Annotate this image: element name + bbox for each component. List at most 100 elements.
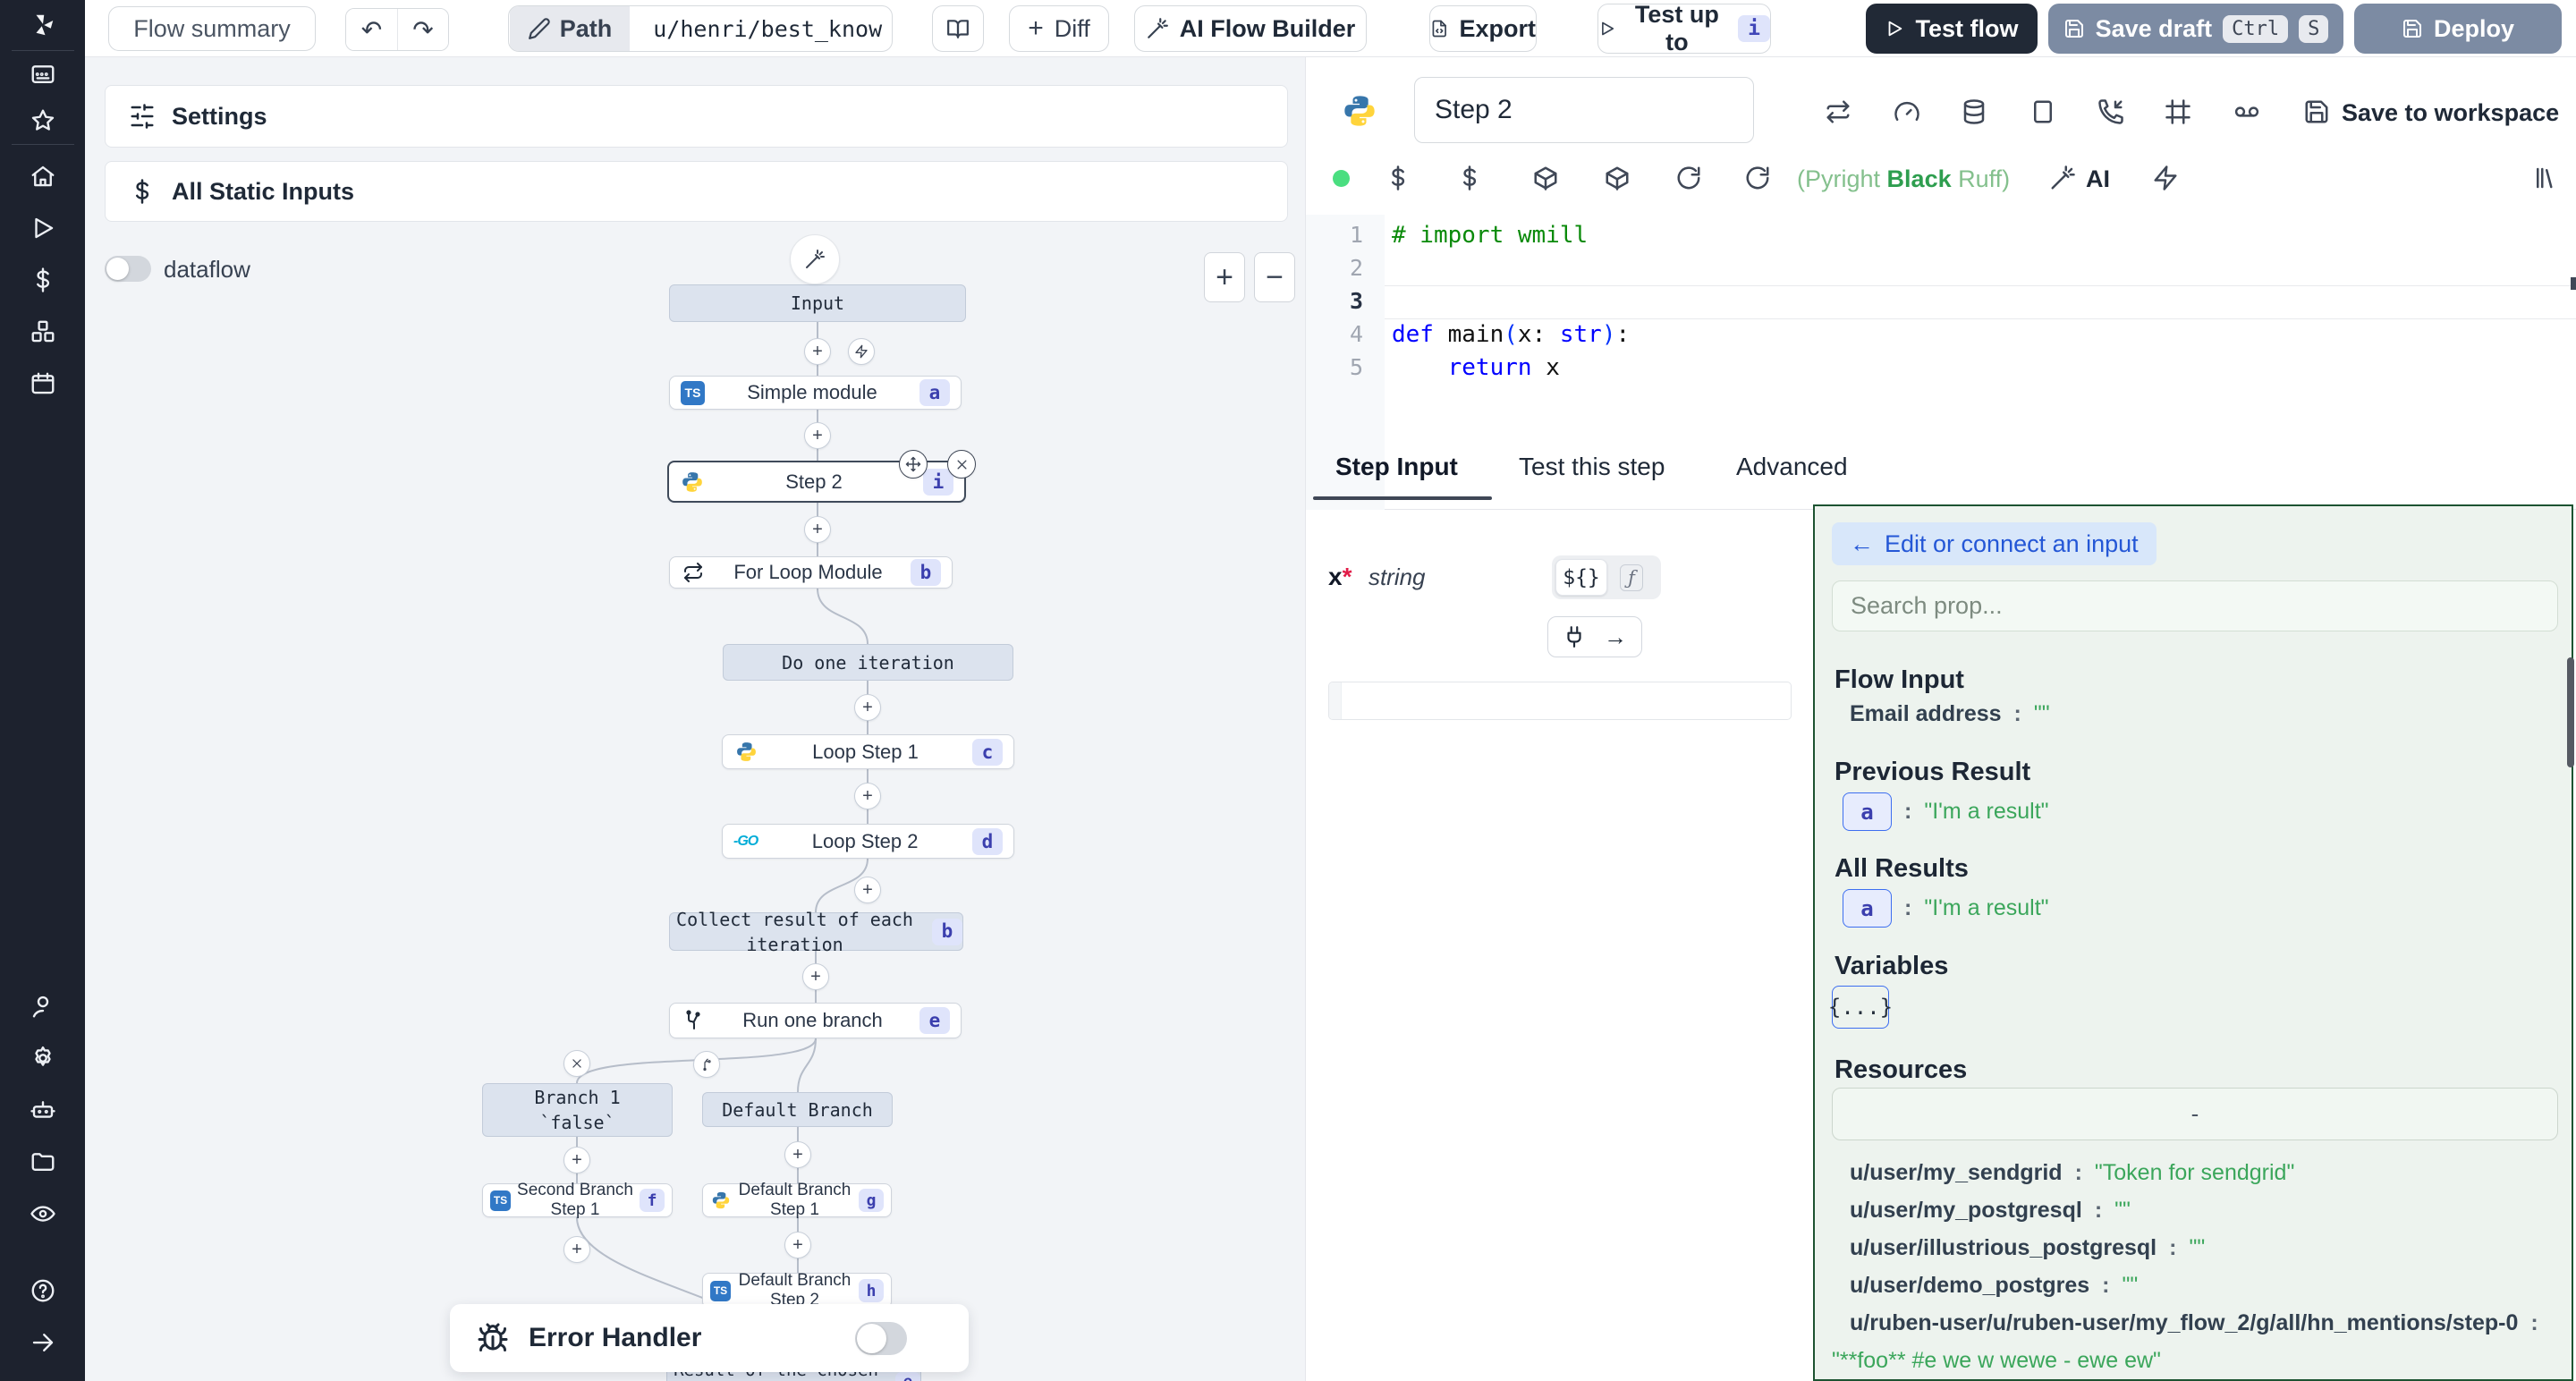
export-button[interactable]: Export <box>1429 5 1537 52</box>
add-step-button[interactable]: + <box>854 694 881 721</box>
node-run-one-branch[interactable]: Run one branch e <box>669 1003 962 1038</box>
phone-incoming-icon[interactable] <box>2097 98 2124 125</box>
package-icon[interactable] <box>1532 165 1559 191</box>
window-icon[interactable] <box>2029 98 2056 125</box>
add-step-button[interactable]: + <box>854 783 881 809</box>
trigger-bolt-button[interactable] <box>848 338 875 365</box>
resource-row[interactable]: u/user/my_sendgrid:"Token for sendgrid" <box>1850 1160 2294 1186</box>
function-mode-button[interactable]: ƒ <box>1611 559 1652 596</box>
resource-row[interactable]: u/user/my_postgresql:"" <box>1850 1198 2131 1224</box>
code-editor[interactable]: 12345 # import wmilldef main(x: str): re… <box>1306 215 2576 510</box>
node-collect-result[interactable]: Collect result of each iteration b <box>669 912 963 951</box>
swap-language-icon[interactable] <box>1825 98 1852 125</box>
node-for-loop[interactable]: For Loop Module b <box>669 556 953 589</box>
package-icon[interactable] <box>1604 165 1631 191</box>
dataflow-toggle[interactable] <box>105 256 151 282</box>
zap-icon[interactable] <box>2152 165 2179 191</box>
performance-gauge-icon[interactable] <box>1894 98 1920 125</box>
all-static-inputs-card[interactable]: All Static Inputs <box>105 161 1288 222</box>
flow-summary-button[interactable]: Flow summary <box>108 6 316 51</box>
node-loop-step2[interactable]: -GO Loop Step 2 d <box>722 824 1014 859</box>
template-mode-button[interactable]: ${} <box>1555 559 1607 596</box>
test-up-to-button[interactable]: Test up to i <box>1597 4 1771 54</box>
move-step-button[interactable] <box>899 450 928 479</box>
all-results-row[interactable]: a : "I'm a result" <box>1843 889 2049 928</box>
remove-branch-button[interactable] <box>564 1050 590 1077</box>
node-loop-step1[interactable]: Loop Step 1 c <box>722 734 1014 769</box>
variables-badge[interactable]: {...} <box>1832 986 1889 1029</box>
settings-gear-icon[interactable] <box>0 1032 85 1084</box>
library-icon[interactable] <box>2532 165 2559 191</box>
ai-wand-button[interactable] <box>790 234 840 284</box>
apps-icon[interactable] <box>0 51 85 97</box>
resource-picker-icon[interactable] <box>1456 165 1483 191</box>
node-default-branch-step2[interactable]: TS Default Branch Step 2 h <box>702 1273 892 1309</box>
audit-eye-icon[interactable] <box>0 1188 85 1240</box>
cache-database-icon[interactable] <box>1961 98 1987 125</box>
add-step-button[interactable]: + <box>564 1147 590 1173</box>
resource-row[interactable]: u/ruben-user/u/ruben-user/my_flow_2/g/al… <box>1850 1310 2538 1336</box>
voicemail-icon[interactable] <box>2233 98 2260 125</box>
add-step-button[interactable]: + <box>804 338 831 365</box>
edit-or-connect-button[interactable]: ← Edit or connect an input <box>1832 522 2157 565</box>
result-key-badge[interactable]: a <box>1843 792 1892 831</box>
undo-button[interactable]: ↶ <box>346 9 397 50</box>
ai-label[interactable]: AI <box>2086 165 2110 193</box>
node-branch1[interactable]: Branch 1 `false` <box>482 1083 673 1137</box>
search-prop-input[interactable] <box>1832 580 2558 631</box>
result-key-badge[interactable]: a <box>1843 889 1892 928</box>
save-icon[interactable] <box>2303 98 2330 125</box>
resources-selector[interactable]: - <box>1832 1088 2558 1140</box>
flow-canvas[interactable]: Settings All Static Inputs dataflow + − … <box>85 57 1305 1381</box>
save-to-workspace-label[interactable]: Save to workspace <box>2342 99 2559 127</box>
resource-row[interactable]: u/user/demo_postgres:"" <box>1850 1273 2138 1299</box>
docs-button[interactable] <box>932 5 984 52</box>
diff-button[interactable]: + Diff <box>1009 5 1109 52</box>
reload-icon[interactable] <box>1744 165 1771 191</box>
arg-value-input[interactable] <box>1328 682 1792 720</box>
help-icon[interactable] <box>0 1265 85 1317</box>
workers-robot-icon[interactable] <box>0 1084 85 1136</box>
settings-card[interactable]: Settings <box>105 85 1288 148</box>
zoom-out-button[interactable]: − <box>1254 252 1295 302</box>
ai-flow-builder-button[interactable]: AI Flow Builder <box>1134 5 1367 52</box>
path-button[interactable]: Path u/henri/best_know <box>508 5 893 52</box>
variables-icon[interactable] <box>0 254 85 306</box>
node-second-branch-step1[interactable]: TS Second Branch Step 1 f <box>482 1183 673 1217</box>
node-default-branch-step1[interactable]: Default Branch Step 1 g <box>702 1183 892 1217</box>
user-icon[interactable] <box>0 980 85 1032</box>
add-branch-button[interactable] <box>693 1051 720 1078</box>
node-default-branch[interactable]: Default Branch <box>702 1092 893 1127</box>
resource-row[interactable]: u/user/illustrious_postgresql:"" <box>1850 1235 2205 1261</box>
tab-advanced[interactable]: Advanced <box>1736 453 1848 508</box>
node-do-one-iteration[interactable]: Do one iteration <box>723 644 1013 681</box>
add-step-button[interactable]: + <box>804 516 831 543</box>
flow-input-row[interactable]: Email address : "" <box>1850 701 2050 727</box>
redo-button[interactable]: ↷ <box>397 9 448 50</box>
tab-test-this-step[interactable]: Test this step <box>1519 453 1665 508</box>
add-step-button[interactable]: + <box>802 963 829 990</box>
add-step-button[interactable]: + <box>804 422 831 449</box>
folders-icon[interactable] <box>0 1136 85 1188</box>
save-draft-button[interactable]: Save draft Ctrl S <box>2048 4 2343 54</box>
favorites-star-icon[interactable] <box>0 97 85 144</box>
home-icon[interactable] <box>0 150 85 202</box>
resources-icon[interactable] <box>0 306 85 358</box>
add-step-button[interactable]: + <box>784 1232 811 1258</box>
panel-scrollbar-thumb[interactable] <box>2567 657 2574 767</box>
previous-result-row[interactable]: a : "I'm a result" <box>1843 792 2049 831</box>
windmill-logo[interactable] <box>0 0 85 50</box>
schedules-icon[interactable] <box>0 358 85 410</box>
ai-wand-icon[interactable] <box>2049 165 2076 191</box>
add-step-button[interactable]: + <box>854 877 881 903</box>
node-simple-module[interactable]: TS Simple module a <box>669 376 962 410</box>
error-handler-toggle[interactable] <box>855 1322 907 1355</box>
step-name-input[interactable] <box>1414 77 1754 143</box>
node-input[interactable]: Input <box>669 284 966 322</box>
test-flow-button[interactable]: Test flow <box>1866 4 2038 54</box>
deploy-button[interactable]: Deploy <box>2354 4 2562 54</box>
add-step-button[interactable]: + <box>564 1236 590 1263</box>
delete-step-button[interactable] <box>947 450 976 479</box>
variable-picker-icon[interactable] <box>1385 165 1411 191</box>
collapse-arrow-icon[interactable] <box>0 1317 85 1368</box>
